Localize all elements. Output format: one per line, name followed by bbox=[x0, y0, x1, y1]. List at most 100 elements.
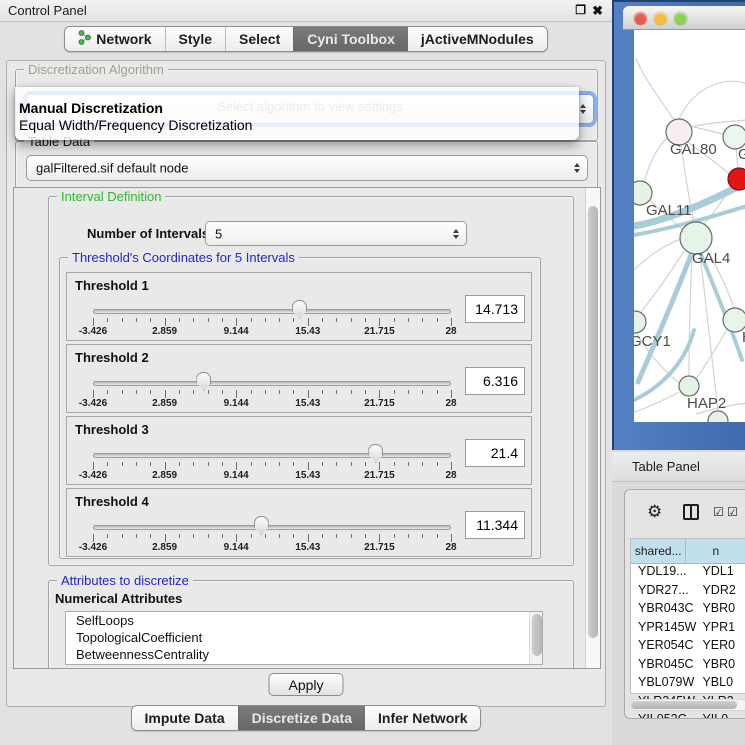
table-data-combobox[interactable]: galFiltered.sif default node bbox=[26, 155, 588, 181]
number-of-intervals-combobox[interactable]: 5 bbox=[205, 221, 467, 246]
tab-select[interactable]: Select bbox=[225, 27, 293, 51]
settings-scrollbar-thumb[interactable] bbox=[588, 206, 598, 638]
attribute-item-selfloops[interactable]: SelfLoops bbox=[66, 612, 542, 629]
tick-label: 15.43 bbox=[295, 326, 320, 337]
threshold-panel-1: Threshold 1-3.4262.8599.14415.4321.71528… bbox=[66, 272, 532, 341]
checkbox-icon[interactable]: ☑ bbox=[713, 505, 724, 519]
threshold-slider-thumb[interactable] bbox=[292, 300, 307, 319]
table-row[interactable]: YER054CYER0 bbox=[631, 638, 745, 657]
settings-scrollbar[interactable] bbox=[585, 188, 600, 668]
cell-name: YDL1 bbox=[698, 564, 745, 583]
threshold-label: Threshold 4 bbox=[75, 494, 149, 509]
column-header-shared[interactable]: shared... bbox=[631, 539, 686, 563]
network-window: GAL80GACGAL11GAL4GCY1HHAP2 bbox=[612, 0, 745, 450]
interval-definition-groupbox: Interval Definition Number of Intervals … bbox=[48, 196, 574, 566]
algorithm-option-manual-discretization[interactable]: Manual Discretization bbox=[15, 100, 579, 117]
checkbox-icon[interactable]: ☑ bbox=[727, 505, 738, 519]
network-node-label: GCY1 bbox=[634, 333, 671, 350]
network-edge[interactable] bbox=[690, 126, 723, 134]
threshold-label: Threshold 2 bbox=[75, 350, 149, 365]
threshold-slider-track[interactable] bbox=[93, 525, 451, 530]
tab-impute-data[interactable]: Impute Data bbox=[132, 706, 238, 730]
cell-name: YBR0 bbox=[698, 657, 745, 676]
numerical-attributes-list[interactable]: SelfLoopsTopologicalCoefficientBetweenne… bbox=[65, 611, 543, 665]
attributes-scrollbar-thumb[interactable] bbox=[532, 614, 542, 656]
tab-label: Cyni Toolbox bbox=[307, 31, 395, 47]
cell-shared-name: YPR145W bbox=[631, 620, 698, 639]
table-row[interactable]: YDR27...YDR2 bbox=[631, 583, 745, 602]
zoom-traffic-light[interactable] bbox=[674, 12, 687, 25]
threshold-slider-track[interactable] bbox=[93, 381, 451, 386]
tick-label: -3.426 bbox=[79, 470, 107, 481]
network-node[interactable] bbox=[634, 311, 646, 333]
network-window-titlebar bbox=[623, 6, 745, 30]
network-edge-highlight[interactable] bbox=[638, 252, 692, 382]
tick-label: 28 bbox=[445, 470, 456, 481]
threshold-slider-thumb[interactable] bbox=[368, 444, 383, 463]
top-tabs: Network Style Select Cyni Toolbox jActiveMNo… bbox=[64, 26, 547, 52]
threshold-value-field[interactable]: 11.344 bbox=[465, 511, 525, 539]
slider-tick-labels: -3.4262.8599.14415.4321.71528 bbox=[93, 326, 451, 338]
column-header-name[interactable]: n bbox=[686, 539, 745, 563]
algorithm-option-equal-width-frequency-discretization[interactable]: Equal Width/Frequency Discretization bbox=[15, 117, 579, 134]
network-edge[interactable] bbox=[696, 328, 728, 379]
bottom-tabs: Impute DataDiscretize DataInfer Network bbox=[131, 705, 482, 731]
tab-label: Style bbox=[179, 31, 212, 47]
tab-cyni-toolbox[interactable]: Cyni Toolbox bbox=[293, 27, 408, 51]
split-columns-icon[interactable] bbox=[683, 504, 699, 520]
tab-infer-network[interactable]: Infer Network bbox=[365, 706, 480, 730]
attributes-groupbox: Attributes to discretize Numerical Attri… bbox=[48, 580, 574, 669]
network-node[interactable] bbox=[708, 411, 728, 422]
network-node[interactable] bbox=[728, 168, 745, 190]
threshold-slider-track[interactable] bbox=[93, 453, 451, 458]
table-row[interactable]: YPR145WYPR1 bbox=[631, 620, 745, 639]
tick-label: 21.715 bbox=[364, 542, 395, 553]
gear-icon[interactable]: ⚙ bbox=[647, 502, 662, 522]
cell-shared-name: YBR043C bbox=[631, 601, 698, 620]
top-tab-bar: Network Style Select Cyni Toolbox jActiveMNo… bbox=[0, 26, 612, 52]
threshold-slider-thumb[interactable] bbox=[254, 516, 269, 535]
tab-discretize-data[interactable]: Discretize Data bbox=[238, 706, 365, 730]
network-edge[interactable] bbox=[679, 81, 745, 119]
attribute-item-betweennesscentrality[interactable]: BetweennessCentrality bbox=[66, 646, 542, 663]
threshold-value-field[interactable]: 14.713 bbox=[465, 295, 525, 323]
minimize-traffic-light[interactable] bbox=[654, 12, 667, 25]
tab-jactivemnodules[interactable]: jActiveMNodules bbox=[408, 27, 547, 51]
network-node-label: GAL4 bbox=[692, 250, 730, 267]
node-table: shared... n YDL19...YDL1YDR27...YDR2YBR0… bbox=[630, 538, 745, 694]
float-window-icon[interactable]: ❐ bbox=[575, 3, 586, 17]
close-traffic-light[interactable] bbox=[634, 12, 647, 25]
table-hscrollbar[interactable] bbox=[629, 699, 745, 711]
apply-button[interactable]: Apply bbox=[268, 673, 343, 696]
threshold-value-field[interactable]: 6.316 bbox=[465, 367, 525, 395]
attribute-item-topologicalcoefficient[interactable]: TopologicalCoefficient bbox=[66, 629, 542, 646]
network-node-label: HAP2 bbox=[687, 395, 726, 412]
table-row[interactable]: YBR043CYBR0 bbox=[631, 601, 745, 620]
network-canvas[interactable]: GAL80GACGAL11GAL4GCY1HHAP2 bbox=[634, 30, 745, 422]
tab-style[interactable]: Style bbox=[165, 27, 225, 51]
network-node[interactable] bbox=[679, 376, 699, 396]
table-row[interactable]: YBL079WYBL0 bbox=[631, 675, 745, 694]
network-node-label: GA bbox=[738, 146, 745, 163]
cell-shared-name: YIL052C bbox=[631, 712, 698, 719]
table-row[interactable]: YDL19...YDL1 bbox=[631, 564, 745, 583]
thresholds-groupbox: Threshold's Coordinates for 5 Intervals … bbox=[59, 257, 541, 559]
tab-network[interactable]: Network bbox=[65, 27, 164, 51]
network-edge[interactable] bbox=[636, 58, 674, 120]
close-window-icon[interactable]: ✖ bbox=[592, 3, 603, 19]
cell-shared-name: YBL079W bbox=[631, 675, 698, 694]
threshold-slider-track[interactable] bbox=[93, 309, 451, 314]
tick-label: 2.859 bbox=[152, 470, 177, 481]
network-edge[interactable] bbox=[689, 254, 692, 376]
tick-label: -3.426 bbox=[79, 398, 107, 409]
attributes-scrollbar[interactable] bbox=[529, 612, 542, 664]
threshold-slider-thumb[interactable] bbox=[196, 372, 211, 391]
control-panel-body: Discretization Algorithm Select algorith… bbox=[6, 60, 606, 707]
table-row[interactable]: YIL052CYIL0 bbox=[631, 712, 745, 719]
cell-shared-name: YDL19... bbox=[631, 564, 698, 583]
table-hscrollbar-thumb[interactable] bbox=[631, 701, 737, 709]
table-row[interactable]: YBR045CYBR0 bbox=[631, 657, 745, 676]
network-edge[interactable] bbox=[634, 239, 681, 270]
thresholds-group-label: Threshold's Coordinates for 5 Intervals bbox=[68, 250, 299, 265]
threshold-value-field[interactable]: 21.4 bbox=[465, 439, 525, 467]
